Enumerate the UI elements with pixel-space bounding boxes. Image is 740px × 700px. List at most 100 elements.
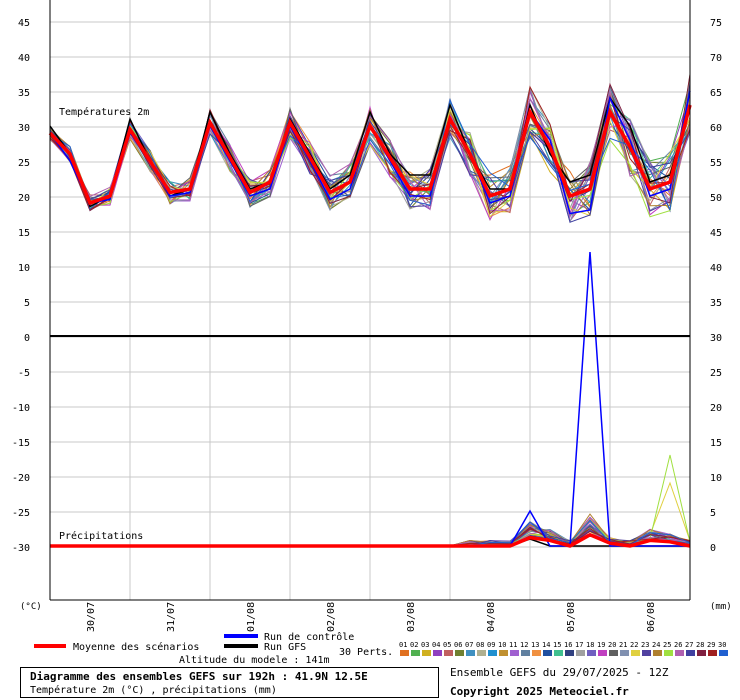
right-tick-label: 45 — [710, 228, 722, 239]
legend-mean-label: Moyenne des scénarios — [73, 641, 199, 653]
member-swatch — [488, 650, 497, 656]
left-axis-unit: (°C) — [20, 602, 42, 612]
member-swatch — [664, 650, 673, 656]
member-swatch — [543, 650, 552, 656]
left-tick-label: -10 — [12, 403, 30, 414]
member-swatch — [642, 650, 651, 656]
member-number: 15 — [553, 641, 561, 649]
right-tick-label: 40 — [710, 263, 722, 274]
date-tick-label: 30/07 — [86, 602, 97, 632]
member-number: 07 — [465, 641, 473, 649]
right-tick-label: 60 — [710, 123, 722, 134]
member-swatch — [510, 650, 519, 656]
member-number: 21 — [619, 641, 627, 649]
member-swatch — [587, 650, 596, 656]
member-swatch — [499, 650, 508, 656]
left-tick-label: -15 — [12, 438, 30, 449]
member-swatch — [598, 650, 607, 656]
member-number: 03 — [421, 641, 429, 649]
gefs-ensemble-chart: 45 7540 7035 6530 6025 5520 5015 4510 405 350 30-5… — [0, 0, 740, 700]
member-number: 10 — [498, 641, 506, 649]
member-number: 26 — [674, 641, 682, 649]
date-tick-label: 01/08 — [246, 602, 257, 632]
member-number: 11 — [509, 641, 517, 649]
left-tick-label: 35 — [18, 88, 30, 99]
right-tick-label: 75 — [710, 18, 722, 29]
member-swatch — [620, 650, 629, 656]
legend-gfs-label: Run GFS — [264, 642, 306, 653]
member-number: 13 — [531, 641, 539, 649]
right-tick-label: 70 — [710, 53, 722, 64]
info-box: Diagramme des ensembles GEFS sur 192h : … — [20, 667, 439, 698]
left-tick-label: 20 — [18, 193, 30, 204]
member-swatch — [576, 650, 585, 656]
member-number: 24 — [652, 641, 660, 649]
left-tick-label: -5 — [18, 368, 30, 379]
left-tick-label: 15 — [18, 228, 30, 239]
member-swatch — [675, 650, 684, 656]
member-number: 08 — [476, 641, 484, 649]
chart-title: Diagramme des ensembles GEFS sur 192h : … — [30, 670, 368, 683]
left-tick-label: -20 — [12, 473, 30, 484]
left-tick-label: 30 — [18, 123, 30, 134]
run-info: Ensemble GEFS du 29/07/2025 - 12Z — [450, 666, 669, 679]
right-tick-label: 55 — [710, 158, 722, 169]
member-swatch — [554, 650, 563, 656]
right-tick-label: 20 — [710, 403, 722, 414]
member-number: 05 — [443, 641, 451, 649]
left-tick-label: 25 — [18, 158, 30, 169]
right-axis-unit: (mm) — [710, 602, 732, 612]
left-tick-label: 5 — [24, 298, 30, 309]
member-swatch — [532, 650, 541, 656]
member-swatch — [631, 650, 640, 656]
member-number: 28 — [696, 641, 704, 649]
left-tick-label: 0 — [24, 333, 30, 344]
member-swatch — [719, 650, 728, 656]
member-number: 17 — [575, 641, 583, 649]
right-tick-label: 5 — [710, 508, 716, 519]
right-tick-label: 65 — [710, 88, 722, 99]
date-tick-label: 31/07 — [166, 602, 177, 632]
member-swatch — [521, 650, 530, 656]
member-swatch — [422, 650, 431, 656]
member-swatch — [455, 650, 464, 656]
left-tick-label: -30 — [12, 543, 30, 554]
legend-perts-label: 30 Perts. — [339, 647, 393, 658]
member-number: 23 — [641, 641, 649, 649]
right-tick-label: 25 — [710, 368, 722, 379]
chart-subtitle: Température 2m (°C) , précipitations (mm… — [30, 685, 277, 696]
date-tick-label: 06/08 — [646, 602, 657, 632]
right-tick-label: 50 — [710, 193, 722, 204]
member-number: 29 — [707, 641, 715, 649]
member-swatch — [697, 650, 706, 656]
left-tick-label: 45 — [18, 18, 30, 29]
member-swatch — [400, 650, 409, 656]
date-tick-label: 05/08 — [566, 602, 577, 632]
member-swatch — [433, 650, 442, 656]
member-swatch — [477, 650, 486, 656]
member-number: 04 — [432, 641, 440, 649]
member-swatch — [708, 650, 717, 656]
date-tick-label: 03/08 — [406, 602, 417, 632]
member-number: 19 — [597, 641, 605, 649]
member-number: 14 — [542, 641, 550, 649]
date-tick-label: 02/08 — [326, 602, 337, 632]
right-tick-label: 15 — [710, 438, 722, 449]
right-tick-label: 0 — [710, 543, 716, 554]
altitude-label: Altitude du modele : 141m — [179, 655, 330, 666]
right-tick-label: 30 — [710, 333, 722, 344]
member-number: 20 — [608, 641, 616, 649]
member-swatch — [444, 650, 453, 656]
member-number: 18 — [586, 641, 594, 649]
left-tick-label: 10 — [18, 263, 30, 274]
member-swatch — [466, 650, 475, 656]
member-swatch — [653, 650, 662, 656]
right-tick-label: 35 — [710, 298, 722, 309]
copyright: Copyright 2025 Meteociel.fr — [450, 685, 629, 698]
member-number: 16 — [564, 641, 572, 649]
member-number: 06 — [454, 641, 462, 649]
date-tick-label: 04/08 — [486, 602, 497, 632]
member-number: 12 — [520, 641, 528, 649]
temperature-panel-label: Températures 2m — [59, 106, 149, 118]
member-number: 27 — [685, 641, 693, 649]
